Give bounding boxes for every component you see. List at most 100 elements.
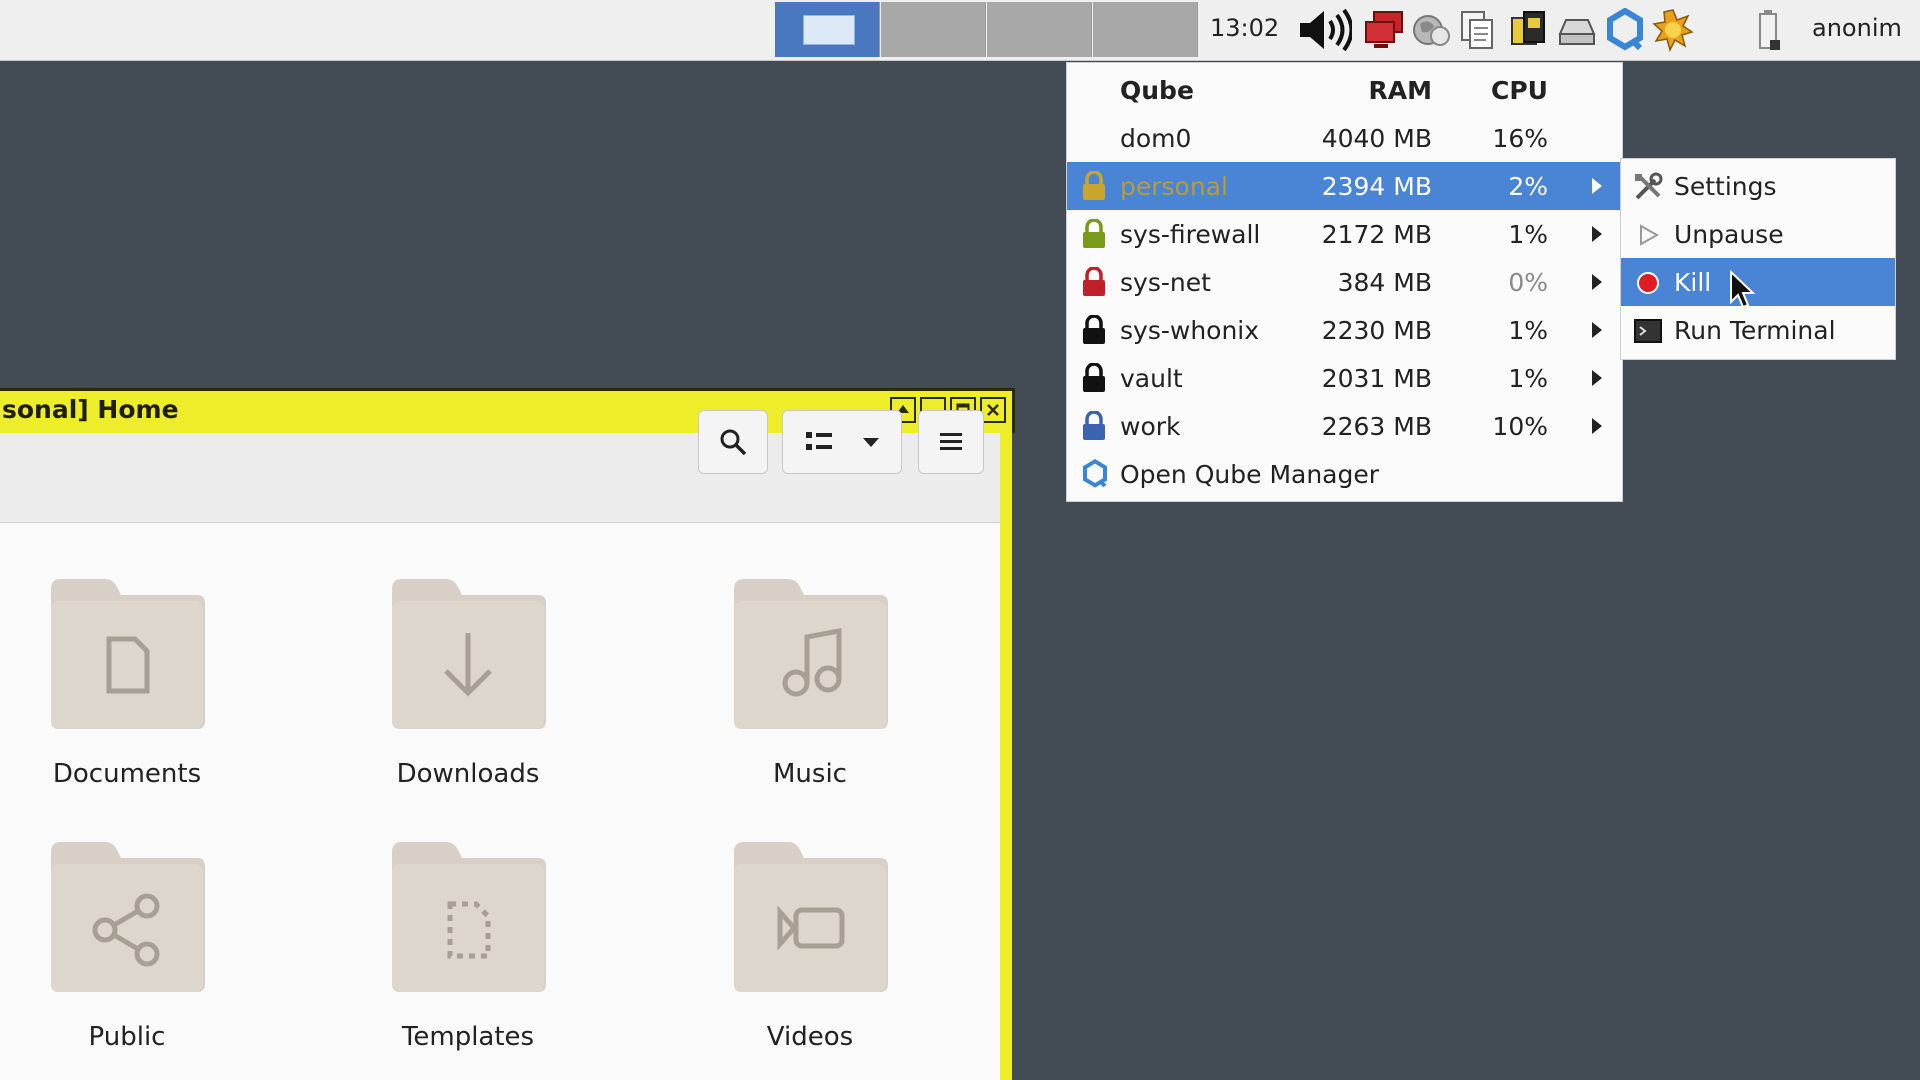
- lock-icon: [1083, 219, 1105, 248]
- template-icon: [392, 842, 546, 992]
- lock-icon: [1083, 363, 1105, 392]
- view-options-button[interactable]: [782, 410, 902, 474]
- qube-name: personal: [1120, 172, 1228, 201]
- clipboard-icon[interactable]: [1456, 8, 1498, 52]
- folder-label: Videos: [766, 1022, 854, 1052]
- updates-sun-icon[interactable]: [1652, 8, 1694, 52]
- qube-cpu: 1%: [1508, 220, 1548, 249]
- hamburger-icon: [940, 433, 962, 450]
- submenu-arrow-icon: [1592, 226, 1602, 242]
- workspace-3[interactable]: [987, 2, 1092, 57]
- submenu-arrow-icon: [1592, 370, 1602, 386]
- qube-row-sys-firewall[interactable]: sys-firewall 2172 MB 1%: [1067, 210, 1622, 258]
- folder-public[interactable]: Public: [0, 838, 277, 1052]
- unpause-label: Unpause: [1674, 220, 1784, 249]
- lock-icon: [1083, 267, 1105, 296]
- qube-row-sys-whonix[interactable]: sys-whonix 2230 MB 1%: [1067, 306, 1622, 354]
- folder-music[interactable]: Music: [660, 575, 960, 789]
- unpause-menu-item[interactable]: Unpause: [1621, 210, 1895, 258]
- submenu-arrow-icon: [1592, 418, 1602, 434]
- qube-row-personal[interactable]: personal 2394 MB 2%: [1067, 162, 1622, 210]
- run-terminal-menu-item[interactable]: Run Terminal: [1621, 306, 1895, 354]
- qube-ram: 2031 MB: [1321, 364, 1432, 393]
- qube-actions-submenu: Settings Unpause Kill Run Terminal: [1620, 158, 1896, 360]
- list-view-icon: [806, 432, 832, 450]
- music-note-icon: [734, 579, 888, 729]
- open-qube-manager-label: Open Qube Manager: [1120, 460, 1380, 489]
- workspace-1[interactable]: [775, 2, 880, 57]
- qube-name: work: [1120, 412, 1181, 441]
- qube-cpu: 1%: [1508, 316, 1548, 345]
- qube-name: dom0: [1120, 124, 1192, 153]
- menu-header-row: Qube RAM CPU: [1067, 66, 1622, 114]
- qube-ram: 2263 MB: [1321, 412, 1432, 441]
- qubes-icon[interactable]: [1604, 8, 1646, 52]
- header-cpu: CPU: [1491, 76, 1548, 105]
- kill-menu-item[interactable]: Kill: [1621, 258, 1895, 306]
- qubes-icon: [1083, 459, 1107, 488]
- settings-label: Settings: [1674, 172, 1777, 201]
- qube-cpu: 0%: [1508, 268, 1548, 297]
- close-icon: [987, 404, 999, 416]
- qube-ram: 2394 MB: [1321, 172, 1432, 201]
- globe-icon[interactable]: [1410, 8, 1452, 52]
- red-network-icon[interactable]: [1364, 8, 1406, 52]
- window-title: sonal] Home: [2, 395, 179, 424]
- qube-row-work[interactable]: work 2263 MB 10%: [1067, 402, 1622, 450]
- qube-name: sys-whonix: [1120, 316, 1260, 345]
- header-qube: Qube: [1120, 76, 1194, 105]
- qube-cpu: 10%: [1492, 412, 1548, 441]
- folder-label: Templates: [401, 1022, 535, 1052]
- qube-row-sys-net[interactable]: sys-net 384 MB 0%: [1067, 258, 1622, 306]
- folder-videos[interactable]: Videos: [660, 838, 960, 1052]
- submenu-arrow-icon: [1592, 322, 1602, 338]
- lock-icon: [1083, 171, 1105, 200]
- volume-icon[interactable]: [1298, 8, 1352, 52]
- folder-downloads[interactable]: Downloads: [318, 575, 618, 789]
- open-qube-manager-item[interactable]: Open Qube Manager: [1067, 450, 1622, 498]
- workspace-2[interactable]: [881, 2, 986, 57]
- share-icon: [51, 842, 205, 992]
- terminal-icon: [1634, 319, 1662, 343]
- folder-label: Music: [773, 759, 847, 789]
- battery-icon[interactable]: [1752, 8, 1786, 52]
- qube-row-dom0[interactable]: dom0 4040 MB 16%: [1067, 114, 1622, 162]
- username[interactable]: anonim: [1812, 14, 1902, 42]
- search-button[interactable]: [698, 410, 768, 474]
- folder-label: Public: [88, 1022, 166, 1052]
- qubes-domains-menu: Qube RAM CPU dom0 4040 MB 16% personal 2…: [1066, 62, 1623, 502]
- run-terminal-label: Run Terminal: [1674, 316, 1836, 345]
- video-icon: [734, 842, 888, 992]
- qube-ram: 2230 MB: [1321, 316, 1432, 345]
- menu-button[interactable]: [918, 410, 984, 474]
- qube-cpu: 16%: [1492, 124, 1548, 153]
- drive-icon[interactable]: [1556, 8, 1598, 52]
- folder-templates[interactable]: Templates: [318, 838, 618, 1052]
- qube-ram: 2172 MB: [1321, 220, 1432, 249]
- qube-ram: 384 MB: [1337, 268, 1432, 297]
- lock-icon: [1083, 315, 1105, 344]
- qube-cpu: 1%: [1508, 364, 1548, 393]
- kill-red-dot-icon: [1637, 272, 1659, 294]
- folder-label: Downloads: [396, 759, 540, 789]
- submenu-arrow-icon: [1592, 178, 1602, 194]
- workspace-window-preview: [803, 15, 855, 45]
- qube-ram: 4040 MB: [1321, 124, 1432, 153]
- folder-documents[interactable]: Documents: [0, 575, 277, 789]
- download-arrow-icon: [392, 579, 546, 729]
- lock-icon: [1083, 411, 1105, 440]
- settings-menu-item[interactable]: Settings: [1621, 162, 1895, 210]
- settings-tools-icon: [1635, 172, 1663, 200]
- qube-name: sys-net: [1120, 268, 1211, 297]
- play-icon: [1640, 224, 1660, 246]
- workspace-4[interactable]: [1093, 2, 1198, 57]
- qube-name: vault: [1120, 364, 1183, 393]
- header-ram: RAM: [1368, 76, 1432, 105]
- qube-cpu: 2%: [1508, 172, 1548, 201]
- chevron-down-icon: [863, 438, 879, 447]
- mouse-cursor-icon: [1730, 270, 1756, 309]
- clock[interactable]: 13:02: [1210, 14, 1279, 42]
- qube-row-vault[interactable]: vault 2031 MB 1%: [1067, 354, 1622, 402]
- devices-icon[interactable]: [1508, 8, 1550, 52]
- search-icon: [720, 429, 747, 456]
